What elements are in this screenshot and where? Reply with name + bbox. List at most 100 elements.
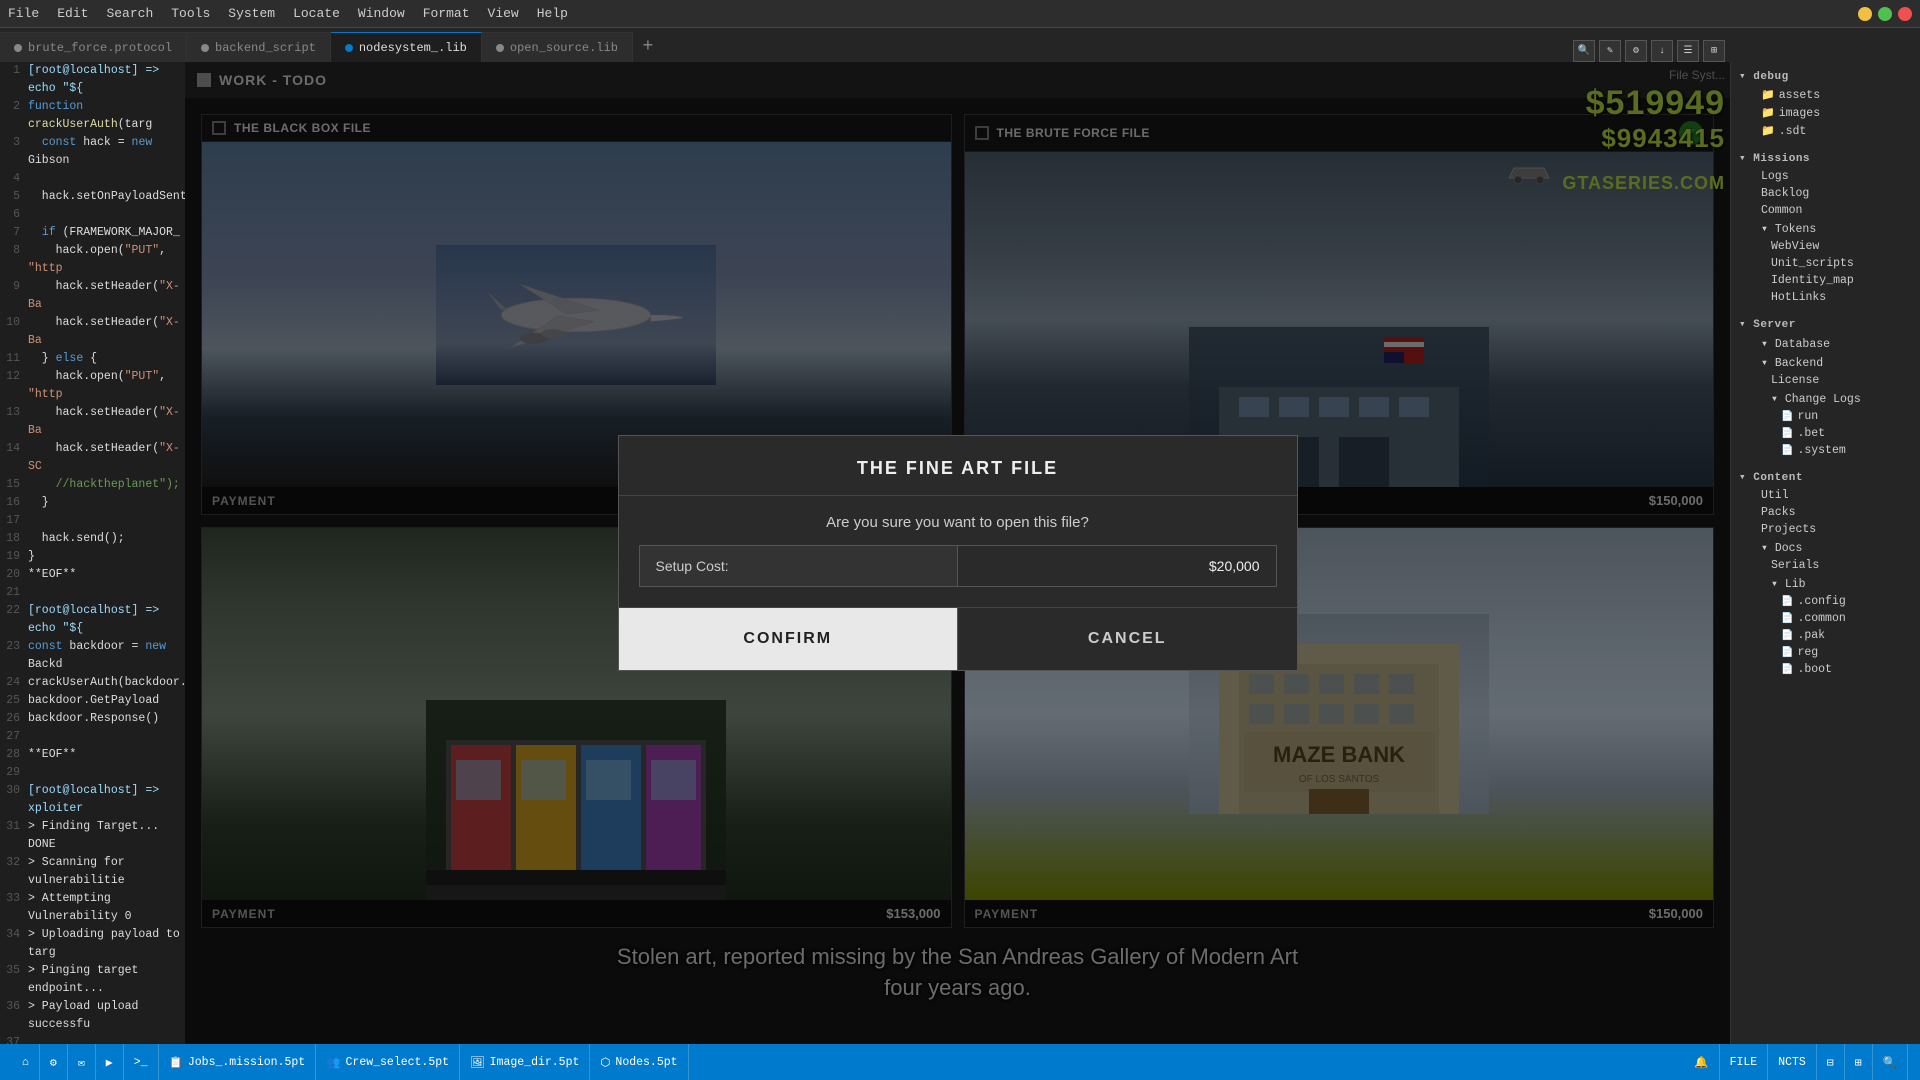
tree-item-tokens[interactable]: ▾ Tokens [1731,219,1920,238]
status-home[interactable]: ⌂ [12,1044,40,1080]
menu-window[interactable]: Window [358,6,405,21]
status-play[interactable]: ▶ [96,1044,124,1080]
hud-toolbar-icon-2[interactable]: ✎ [1599,40,1621,62]
code-line-37: 37 [0,1034,185,1044]
play-icon: ▶ [106,1055,113,1070]
tab-nodesystem[interactable]: nodesystem_.lib [331,32,482,62]
menu-locate[interactable]: Locate [293,6,340,21]
code-line-15: 15 //hacktheplanet"); [0,476,185,494]
menu-format[interactable]: Format [423,6,470,21]
tree-item-backlog[interactable]: Backlog [1731,185,1920,202]
code-line-33: 33> Attempting Vulnerability 0 [0,890,185,926]
menu-tools[interactable]: Tools [171,6,210,21]
tab-open-source[interactable]: open_source.lib [482,32,633,62]
hud-toolbar-icon-3[interactable]: ⚙ [1625,40,1647,62]
close-button[interactable] [1898,7,1912,21]
tree-item-license[interactable]: License [1731,372,1920,389]
menu-view[interactable]: View [488,6,519,21]
tree-item-identity-map[interactable]: Identity_map [1731,272,1920,289]
status-search-right[interactable]: 🔍 [1873,1044,1908,1080]
code-line-34: 34> Uploading payload to targ [0,926,185,962]
status-jobs[interactable]: 📋 Jobs_.mission.5pt [159,1044,317,1080]
tree-item-unit-scripts[interactable]: Unit_scripts [1731,255,1920,272]
status-crew[interactable]: 👥 Crew_select.5pt [316,1044,460,1080]
tree-item-boot[interactable]: 📄.boot [1731,661,1920,678]
code-line-24: 24crackUserAuth(backdoor.Ge [0,674,185,692]
tree-item-run[interactable]: 📄run [1731,408,1920,425]
code-line-23: 23const backdoor = new Backd [0,638,185,674]
tree-item-lib[interactable]: ▾ Lib [1731,574,1920,593]
code-line-18: 18 hack.send(); [0,530,185,548]
image-label: Image_dir.5pt [490,1056,580,1069]
tree-item-packs[interactable]: Packs [1731,504,1920,521]
tree-item-change-logs[interactable]: ▾ Change Logs [1731,389,1920,408]
modal-dialog: THE FINE ART FILE Are you sure you want … [618,435,1298,671]
status-image[interactable]: 🖼 Image_dir.5pt [460,1044,590,1080]
tree-item-hotlinks[interactable]: HotLinks [1731,289,1920,306]
tree-item-logs[interactable]: Logs [1731,168,1920,185]
code-line-10: 10 hack.setHeader("X-Ba [0,314,185,350]
status-terminal[interactable]: >_ [124,1044,159,1080]
tree-item-common[interactable]: Common [1731,202,1920,219]
status-nodes[interactable]: ⬡ Nodes.5pt [590,1044,688,1080]
tree-item-bet[interactable]: 📄.bet [1731,425,1920,442]
menu-edit[interactable]: Edit [57,6,88,21]
minimize-button[interactable] [1858,7,1872,21]
code-line-27: 27 [0,728,185,746]
tree-item-assets[interactable]: 📁assets [1731,86,1920,104]
terminal-icon: >_ [134,1056,148,1069]
tree-item-reg[interactable]: 📄reg [1731,644,1920,661]
add-tab-button[interactable]: + [633,32,663,62]
hud-toolbar-icon-6[interactable]: ⊞ [1703,40,1725,62]
modal-title: THE FINE ART FILE [619,436,1297,496]
confirm-button[interactable]: CONFIRM [619,608,959,670]
tree-item-common2[interactable]: 📄.common [1731,610,1920,627]
menu-search[interactable]: Search [106,6,153,21]
settings-icon: ⚙ [50,1055,57,1070]
tree-item-backend[interactable]: ▾ Backend [1731,353,1920,372]
status-r2[interactable]: ⊞ [1845,1044,1873,1080]
status-email[interactable]: ✉ [68,1044,96,1080]
modal-cost-label: Setup Cost: [640,546,959,586]
tree-header-content[interactable]: ▾ Content [1731,467,1920,487]
tree-item-webview[interactable]: WebView [1731,238,1920,255]
nodes-icon: ⬡ [600,1055,610,1070]
code-line-21: 21 [0,584,185,602]
hud-toolbar-icon-5[interactable]: ☰ [1677,40,1699,62]
status-settings[interactable]: ⚙ [40,1044,68,1080]
cancel-button[interactable]: CANCEL [958,608,1297,670]
maximize-button[interactable] [1878,7,1892,21]
tree-item-images[interactable]: 📁images [1731,104,1920,122]
status-ncts: NCTS [1768,1044,1817,1080]
tree-item-docs[interactable]: ▾ Docs [1731,538,1920,557]
tree-section-missions: ▾ Missions Logs Backlog Common ▾ Tokens … [1731,144,1920,310]
tree-header-server[interactable]: ▾ Server [1731,314,1920,334]
tree-item-sdt[interactable]: 📁.sdt [1731,122,1920,140]
code-line-9: 9 hack.setHeader("X-Ba [0,278,185,314]
menu-help[interactable]: Help [537,6,568,21]
tree-item-serials[interactable]: Serials [1731,557,1920,574]
tree-item-pak[interactable]: 📄.pak [1731,627,1920,644]
menu-system[interactable]: System [228,6,275,21]
tree-header-debug[interactable]: ▾ debug [1731,66,1920,86]
tab-brute-force[interactable]: brute_force.protocol [0,32,187,62]
menu-file[interactable]: File [8,6,39,21]
code-line-14: 14 hack.setHeader("X-SC [0,440,185,476]
hud-toolbar-icon-1[interactable]: 🔍 [1573,40,1595,62]
code-line-1: 1[root@localhost] => echo "${ [0,62,185,98]
status-notification[interactable]: 🔔 [1684,1044,1719,1080]
hud-toolbar-icon-4[interactable]: ↓ [1651,40,1673,62]
tree-item-database[interactable]: ▾ Database [1731,334,1920,353]
code-line-11: 11 } else { [0,350,185,368]
jobs-label: Jobs_.mission.5pt [188,1056,305,1069]
image-icon: 🖼 [470,1055,485,1070]
code-line-25: 25backdoor.GetPayload [0,692,185,710]
tab-backend-script[interactable]: backend_script [187,32,331,62]
status-r1[interactable]: ⊟ [1817,1044,1845,1080]
tree-item-projects[interactable]: Projects [1731,521,1920,538]
tree-item-util[interactable]: Util [1731,487,1920,504]
tree-header-missions[interactable]: ▾ Missions [1731,148,1920,168]
tree-item-config[interactable]: 📄.config [1731,593,1920,610]
tree-item-system[interactable]: 📄.system [1731,442,1920,459]
code-line-19: 19} [0,548,185,566]
